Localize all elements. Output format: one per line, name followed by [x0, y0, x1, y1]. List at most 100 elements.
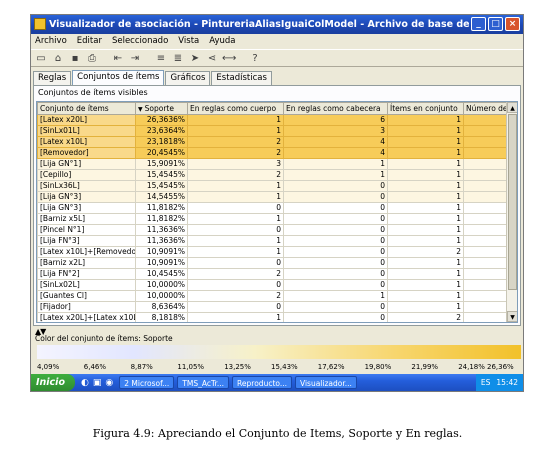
- start-button[interactable]: Inicio: [31, 374, 75, 391]
- menu-archivo[interactable]: Archivo: [35, 34, 67, 48]
- task-reproductor[interactable]: Reproducto...: [232, 376, 292, 389]
- col-cabecera[interactable]: En reglas como cabecera: [283, 102, 388, 115]
- col-soporte[interactable]: ▼ Soporte: [135, 102, 188, 115]
- col-conjunto[interactable]: Conjunto de ítems: [37, 102, 136, 115]
- table-row[interactable]: [Lija GN°3] 11,8182% 0 0 1: [37, 202, 508, 214]
- tab-conjuntos[interactable]: Conjuntos de ítems: [72, 70, 165, 85]
- table-cell: 2: [187, 268, 284, 280]
- tab-graficos[interactable]: Gráficos: [165, 71, 211, 85]
- table-cell: 0: [187, 257, 284, 269]
- table-cell: 23,1818%: [135, 136, 188, 148]
- arrow-left-icon[interactable]: ⇤: [111, 52, 125, 65]
- table-row[interactable]: [Barniz x2L] 10,9091% 0 0 1: [37, 257, 508, 269]
- table-cell: 15,4545%: [135, 180, 188, 192]
- table-cell: 1: [387, 279, 464, 291]
- table-cell: 1: [387, 257, 464, 269]
- arrow-icon[interactable]: ➤: [188, 52, 202, 65]
- table-cell: 0: [187, 202, 284, 214]
- table-row[interactable]: [Cepillo] 15,4545% 2 1 1: [37, 169, 508, 181]
- table-cell: 1: [387, 202, 464, 214]
- share-icon[interactable]: ⋖: [205, 52, 219, 65]
- table-row[interactable]: [Removedor] 20,4545% 2 4 1: [37, 147, 508, 159]
- tab-strip: Reglas Conjuntos de ítems Gráficos Estad…: [33, 70, 272, 85]
- legend-tick-label: 11,05%: [177, 363, 205, 371]
- scroll-down-icon[interactable]: ▼: [507, 311, 517, 322]
- media-icon[interactable]: ◉: [105, 378, 113, 388]
- table-cell: 1: [387, 213, 464, 225]
- table-cell: 1: [387, 114, 464, 126]
- table-row[interactable]: [SinLx01L] 23,6364% 1 3 1: [37, 125, 508, 137]
- table-cell: 1: [387, 169, 464, 181]
- table-cell: 4: [283, 147, 388, 159]
- table-cell: 0: [283, 257, 388, 269]
- table-cell: 1: [387, 235, 464, 247]
- table-row[interactable]: [SinLx02L] 10,0000% 0 0 1: [37, 279, 508, 291]
- menu-bar: Archivo Editar Seleccionado Vista Ayuda: [31, 34, 523, 48]
- menu-editar[interactable]: Editar: [77, 34, 102, 48]
- menu-vista[interactable]: Vista: [178, 34, 199, 48]
- table-cell: 1: [187, 235, 284, 247]
- table-cell: 1: [187, 191, 284, 203]
- menu-seleccionado[interactable]: Seleccionado: [112, 34, 168, 48]
- close-button[interactable]: ×: [505, 17, 520, 31]
- save-icon[interactable]: ▪: [68, 52, 82, 65]
- tab-estadisticas[interactable]: Estadísticas: [211, 71, 272, 85]
- itemsets-table: Conjunto de ítems ▼ Soporte En reglas com…: [36, 101, 518, 323]
- table-cell: 1: [387, 268, 464, 280]
- task-word[interactable]: 2 Microsof...: [119, 376, 175, 389]
- table-row[interactable]: [Latex x20L]+[Latex x10L] 8,1818% 1 0 2: [37, 312, 508, 322]
- table-row[interactable]: [Pincel N°1] 11,3636% 0 0 1: [37, 224, 508, 236]
- scroll-thumb[interactable]: [508, 114, 517, 290]
- table-row[interactable]: [Latex x10L]+[Removedor] 10,9091% 1 0 2: [37, 246, 508, 258]
- task-tms[interactable]: TMS_AcTr...: [177, 376, 230, 389]
- table-row[interactable]: [Latex x20L] 26,3636% 1 6 1: [37, 114, 508, 126]
- open-icon[interactable]: ⌂: [51, 52, 65, 65]
- table-cell: 0: [283, 213, 388, 225]
- table-row[interactable]: [Lija FN°3] 11,3636% 1 0 1: [37, 235, 508, 247]
- language-indicator[interactable]: ES: [481, 374, 491, 391]
- arrow-right-icon[interactable]: ⇥: [128, 52, 142, 65]
- scroll-up-icon[interactable]: ▲: [507, 102, 517, 113]
- table-cell: 8,6364%: [135, 301, 188, 313]
- table-row[interactable]: [Lija FN°2] 10,4545% 2 0 1: [37, 268, 508, 280]
- title-bar: Visualizador de asociación - PintureriaA…: [31, 15, 523, 34]
- link-icon[interactable]: ⟷: [222, 52, 236, 65]
- table-cell: [Lija FN°2]: [37, 268, 136, 280]
- folder-icon[interactable]: ▣: [93, 378, 102, 388]
- table-row[interactable]: [Barniz x5L] 11,8182% 1 0 1: [37, 213, 508, 225]
- table-cell: [463, 169, 508, 181]
- menu-ayuda[interactable]: Ayuda: [209, 34, 235, 48]
- table-cell: 1: [387, 158, 464, 170]
- table-row[interactable]: [Guantes Cl] 10,0000% 2 1 1: [37, 290, 508, 302]
- table-cell: [463, 246, 508, 258]
- filter-icon[interactable]: ≡: [154, 52, 168, 65]
- table-cell: [Lija FN°3]: [37, 235, 136, 247]
- toolbar: ▭ ⌂ ▪ ⎙ ⇤ ⇥ ≡ ≣ ➤ ⋖ ⟷ ?: [31, 49, 523, 67]
- col-numero[interactable]: Número de: [463, 102, 508, 115]
- new-icon[interactable]: ▭: [34, 52, 48, 65]
- table-row[interactable]: [Fijador] 8,6364% 0 0 1: [37, 301, 508, 313]
- help-icon[interactable]: ?: [248, 52, 262, 65]
- sort-desc-icon: ▼: [138, 106, 143, 113]
- table-cell: 0: [283, 246, 388, 258]
- print-icon[interactable]: ⎙: [85, 52, 99, 65]
- tab-reglas[interactable]: Reglas: [33, 71, 72, 85]
- maximize-button[interactable]: □: [488, 17, 503, 31]
- vertical-scrollbar[interactable]: ▲ ▼: [506, 102, 517, 322]
- quick-launch: ◐ ▣ ◉: [75, 378, 119, 388]
- table-cell: [463, 224, 508, 236]
- browser-icon[interactable]: ◐: [81, 378, 89, 388]
- table-row[interactable]: [Latex x10L] 23,1818% 2 4 1: [37, 136, 508, 148]
- col-cuerpo[interactable]: En reglas como cuerpo: [187, 102, 284, 115]
- table-cell: 1: [187, 213, 284, 225]
- table-row[interactable]: [Lija GN°3] 14,5455% 1 0 1: [37, 191, 508, 203]
- table-cell: 1: [387, 224, 464, 236]
- filter-icon[interactable]: ≣: [171, 52, 185, 65]
- table-row[interactable]: [Lija GN°1] 15,9091% 3 1 1: [37, 158, 508, 170]
- legend-tick-label: 8,87%: [130, 363, 153, 371]
- table-row[interactable]: [SinLx36L] 15,4545% 1 0 1: [37, 180, 508, 192]
- task-visualizador[interactable]: Visualizador...: [295, 376, 357, 389]
- minimize-button[interactable]: _: [471, 17, 486, 31]
- col-items[interactable]: Ítems en conjunto: [387, 102, 464, 115]
- table-cell: 0: [283, 312, 388, 322]
